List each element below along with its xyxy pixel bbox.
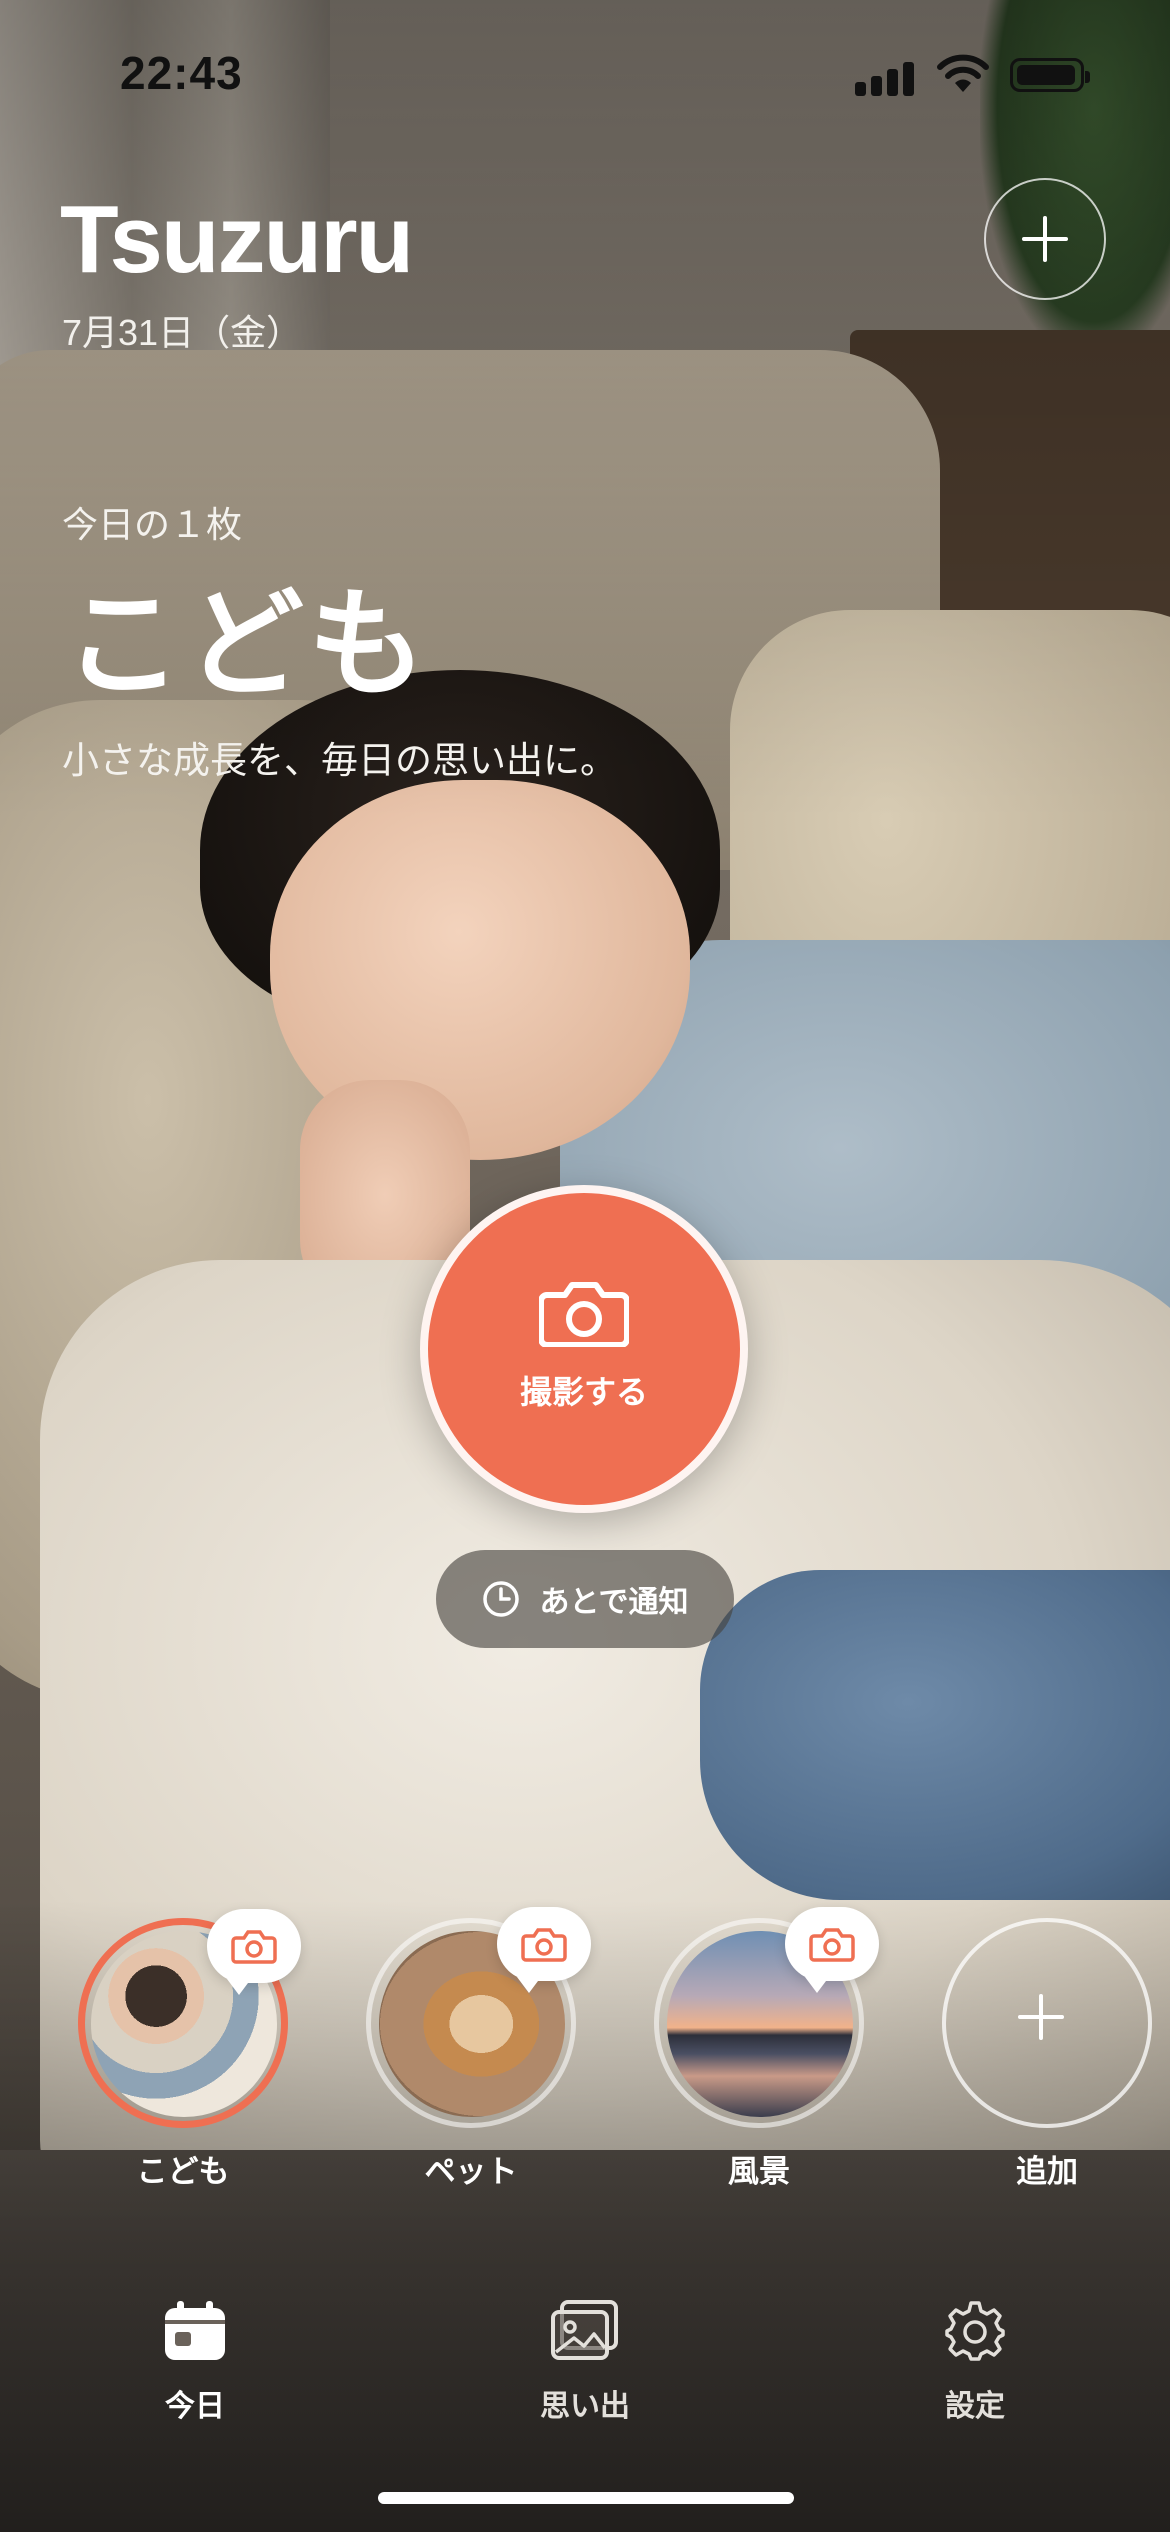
tab-memories[interactable]: 思い出 [495, 2300, 675, 2425]
tab-settings[interactable]: 設定 [885, 2300, 1065, 2425]
plus-icon [1018, 1994, 1076, 2052]
remind-later-label: あとで通知 [539, 1586, 689, 1619]
calendar-icon [165, 2301, 225, 2360]
capture-button[interactable]: 撮影する [420, 1185, 748, 1513]
category-thumbnail [78, 1909, 301, 2128]
cellular-signal-icon [855, 60, 915, 96]
tab-label: 今日 [165, 2390, 225, 2423]
category-item-add[interactable]: 追加 [942, 1918, 1152, 2191]
camera-icon [231, 1930, 277, 1964]
add-button[interactable] [984, 178, 1106, 300]
category-item-kids[interactable]: こども [78, 1909, 301, 2191]
camera-icon [539, 1282, 629, 1347]
clock-icon [483, 1581, 520, 1617]
tab-label: 設定 [945, 2390, 1005, 2423]
camera-badge [207, 1909, 301, 1995]
plus-icon [1022, 216, 1068, 262]
gear-icon [945, 2301, 1005, 2361]
status-bar: 22:43 [0, 0, 1170, 150]
camera-icon [809, 1928, 855, 1962]
app-title: Tsuzuru [60, 186, 414, 293]
category-item-scenery[interactable]: 風景 [654, 1907, 879, 2191]
category-item-pet[interactable]: ペット [366, 1907, 591, 2191]
category-name: 追加 [1016, 2154, 1078, 2189]
current-date: 7月31日（金） [62, 312, 303, 353]
home-indicator [378, 2492, 794, 2504]
remind-later-button[interactable]: あとで通知 [436, 1550, 734, 1648]
tab-label: 思い出 [540, 2390, 630, 2423]
today-category-title: こども [64, 579, 431, 711]
battery-icon [1010, 58, 1090, 92]
tab-today[interactable]: 今日 [105, 2300, 285, 2425]
status-time: 22:43 [120, 47, 243, 99]
photos-icon [551, 2300, 618, 2360]
add-category-circle [942, 1918, 1152, 2128]
category-thumbnail [366, 1907, 591, 2128]
category-thumbnail [654, 1907, 879, 2128]
category-name: ペット [424, 2154, 518, 2189]
wifi-icon [937, 54, 989, 92]
today-tagline: 小さな成長を、毎日の思い出に。 [62, 740, 617, 781]
today-label: 今日の１枚 [62, 504, 243, 545]
category-name: こども [136, 2154, 230, 2189]
camera-badge [785, 1907, 879, 1993]
category-name: 風景 [728, 2154, 790, 2189]
capture-label: 撮影する [519, 1374, 648, 1410]
camera-icon [521, 1928, 567, 1962]
camera-badge [497, 1907, 591, 1993]
